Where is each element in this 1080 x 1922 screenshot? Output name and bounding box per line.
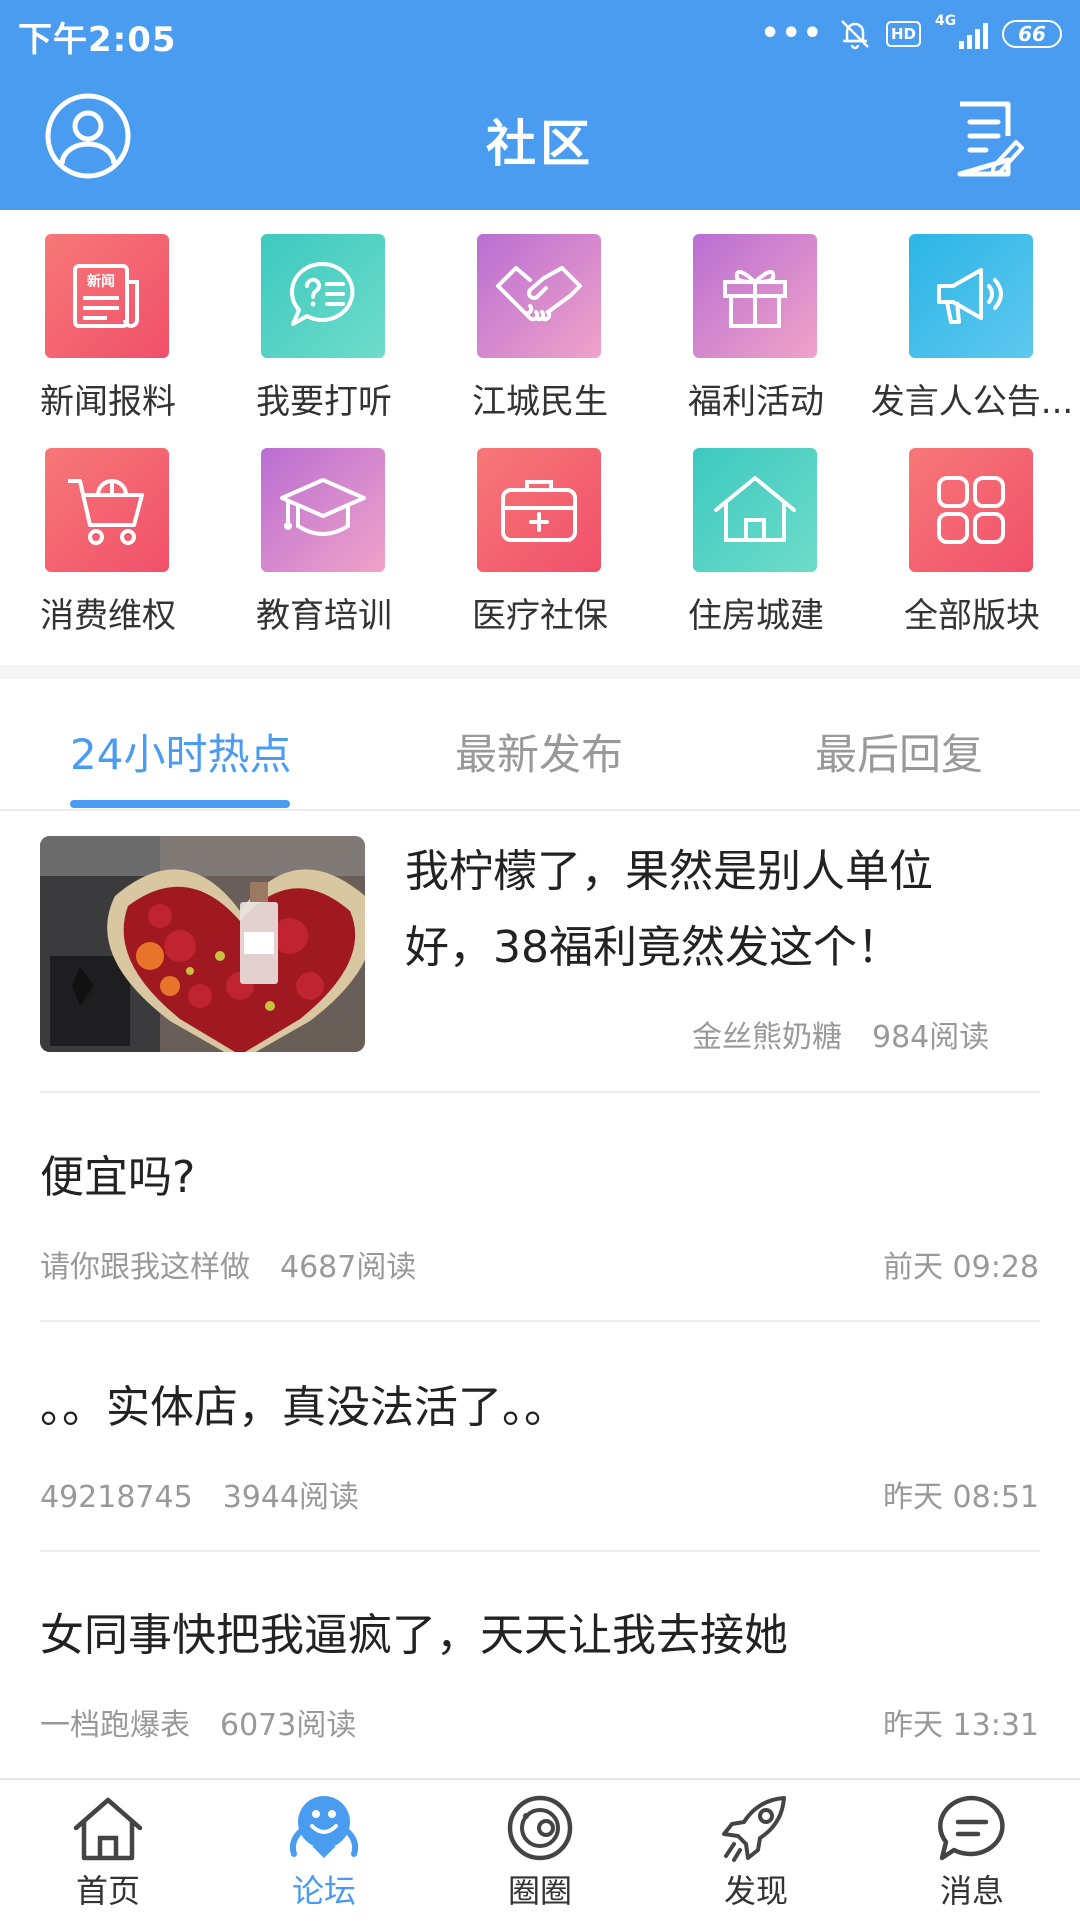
message-bubble-icon — [938, 1795, 1005, 1861]
post-meta: 一档跑爆表 6073阅读 — [40, 1700, 356, 1744]
category-inquiry[interactable]: 我要打听 — [216, 210, 432, 422]
tab-last-reply[interactable]: 最后回复 — [815, 721, 983, 782]
post-title[interactable]: 便宜吗? — [40, 1140, 195, 1216]
category-label: 住房城建 — [688, 596, 824, 636]
category-label: 全部版块 — [904, 596, 1040, 636]
nav-forum[interactable]: 论坛 — [216, 1788, 432, 1918]
house-icon — [693, 448, 817, 572]
post-meta: 金丝熊奶糖 984阅读 — [692, 1012, 989, 1056]
nav-discover[interactable]: 发现 — [648, 1788, 864, 1918]
gift-icon — [693, 234, 817, 358]
home-icon — [73, 1797, 143, 1861]
post-reads: 4687阅读 — [280, 1250, 417, 1285]
post-reads: 984阅读 — [872, 1020, 990, 1055]
mute-bell-icon — [841, 20, 869, 50]
more-dots-icon: ••• — [760, 16, 824, 51]
category-education[interactable]: 教育培训 — [216, 424, 432, 636]
category-announcement[interactable]: 发言人公告... — [864, 210, 1080, 422]
category-news[interactable]: 新闻 新闻报料 — [0, 210, 216, 422]
nav-circles[interactable]: 圈圈 — [432, 1788, 648, 1918]
app-header: 下午2:05 ••• HD 4G 66 社区 — [0, 0, 1080, 210]
post-author: 一档跑爆表 — [40, 1708, 190, 1743]
category-label: 新闻报料 — [40, 382, 176, 422]
news-badge-text: 新闻 — [87, 273, 115, 290]
category-all[interactable]: 全部版块 — [864, 424, 1080, 636]
category-label: 我要打听 — [256, 382, 392, 422]
category-label: 消费维权 — [40, 596, 176, 636]
nav-label: 首页 — [75, 1872, 140, 1910]
post-thumbnail[interactable] — [40, 836, 365, 1052]
battery-icon: 66 — [1002, 20, 1062, 48]
post-meta: 49218745 3944阅读 — [40, 1472, 359, 1516]
feed-tabs: 24小时热点 最新发布 最后回复 — [0, 679, 1080, 811]
category-livelihood[interactable]: 江城民生 — [432, 210, 648, 422]
post-title[interactable]: 女同事快把我逼疯了，天天让我去接她 — [40, 1598, 788, 1674]
section-divider — [0, 665, 1080, 679]
nav-label: 发现 — [723, 1872, 788, 1910]
post-title[interactable]: 我柠檬了，果然是别人单位好，38福利竟然发这个！ — [405, 834, 1005, 986]
category-welfare[interactable]: 福利活动 — [648, 210, 864, 422]
status-bar: 下午2:05 ••• HD 4G 66 — [0, 0, 1080, 66]
post-divider — [40, 1320, 1040, 1322]
category-medical[interactable]: 医疗社保 — [432, 424, 648, 636]
category-label: 江城民生 — [472, 382, 608, 422]
post-author: 49218745 — [40, 1480, 193, 1515]
planet-icon — [507, 1795, 573, 1861]
status-time: 下午2:05 — [18, 20, 177, 60]
active-tab-indicator — [70, 800, 290, 808]
newspaper-icon: 新闻 — [45, 234, 169, 358]
post-divider — [40, 1550, 1040, 1552]
question-chat-icon — [261, 234, 385, 358]
nav-label: 论坛 — [291, 1872, 356, 1910]
post-author: 请你跟我这样做 — [40, 1250, 250, 1285]
post-reads: 3944阅读 — [222, 1480, 360, 1515]
tab-24h-hot[interactable]: 24小时热点 — [70, 721, 291, 782]
graduation-cap-icon — [261, 448, 385, 572]
category-label: 福利活动 — [688, 382, 824, 422]
category-grid: 新闻 新闻报料 我要打听 江城民生 福利活动 发言人公告... 消费维权 教育培… — [0, 210, 1080, 665]
post-author: 金丝熊奶糖 — [692, 1020, 842, 1055]
category-housing[interactable]: 住房城建 — [648, 424, 864, 636]
category-label: 教育培训 — [256, 596, 392, 636]
handshake-icon — [477, 234, 601, 358]
post-meta: 请你跟我这样做 4687阅读 — [40, 1242, 416, 1286]
grid-icon — [909, 448, 1033, 572]
medical-kit-icon — [477, 448, 601, 572]
rocket-icon — [722, 1796, 786, 1862]
edit-note-icon[interactable] — [952, 100, 1024, 178]
hd-badge: HD — [885, 21, 921, 47]
post-time: 昨天 08:51 — [883, 1480, 1039, 1515]
post-reads: 6073阅读 — [220, 1708, 357, 1743]
nav-label: 消息 — [939, 1872, 1004, 1910]
post-title[interactable]: 。。实体店，真没法活了。。 — [40, 1370, 568, 1446]
post-divider — [40, 1091, 1040, 1093]
bottom-nav: 首页 论坛 圈圈 发现 消息 — [0, 1778, 1080, 1922]
post-time: 前天 09:28 — [883, 1250, 1039, 1285]
post-time: 昨天 13:31 — [883, 1708, 1039, 1743]
status-icons: ••• HD 4G 66 — [760, 13, 1062, 54]
category-label: 发言人公告... — [870, 382, 1074, 422]
signal-icon: 4G — [935, 13, 988, 49]
nav-messages[interactable]: 消息 — [864, 1788, 1080, 1918]
tab-latest[interactable]: 最新发布 — [455, 721, 623, 782]
page-title: 社区 — [486, 115, 594, 173]
category-consumer[interactable]: 消费维权 — [0, 424, 216, 636]
nav-label: 圈圈 — [507, 1872, 572, 1910]
megaphone-icon — [909, 234, 1033, 358]
network-type: 4G — [935, 13, 957, 29]
nav-home[interactable]: 首页 — [0, 1788, 216, 1918]
forum-mascot-icon — [289, 1796, 359, 1858]
shopping-cart-icon — [45, 448, 169, 572]
category-label: 医疗社保 — [472, 596, 608, 636]
